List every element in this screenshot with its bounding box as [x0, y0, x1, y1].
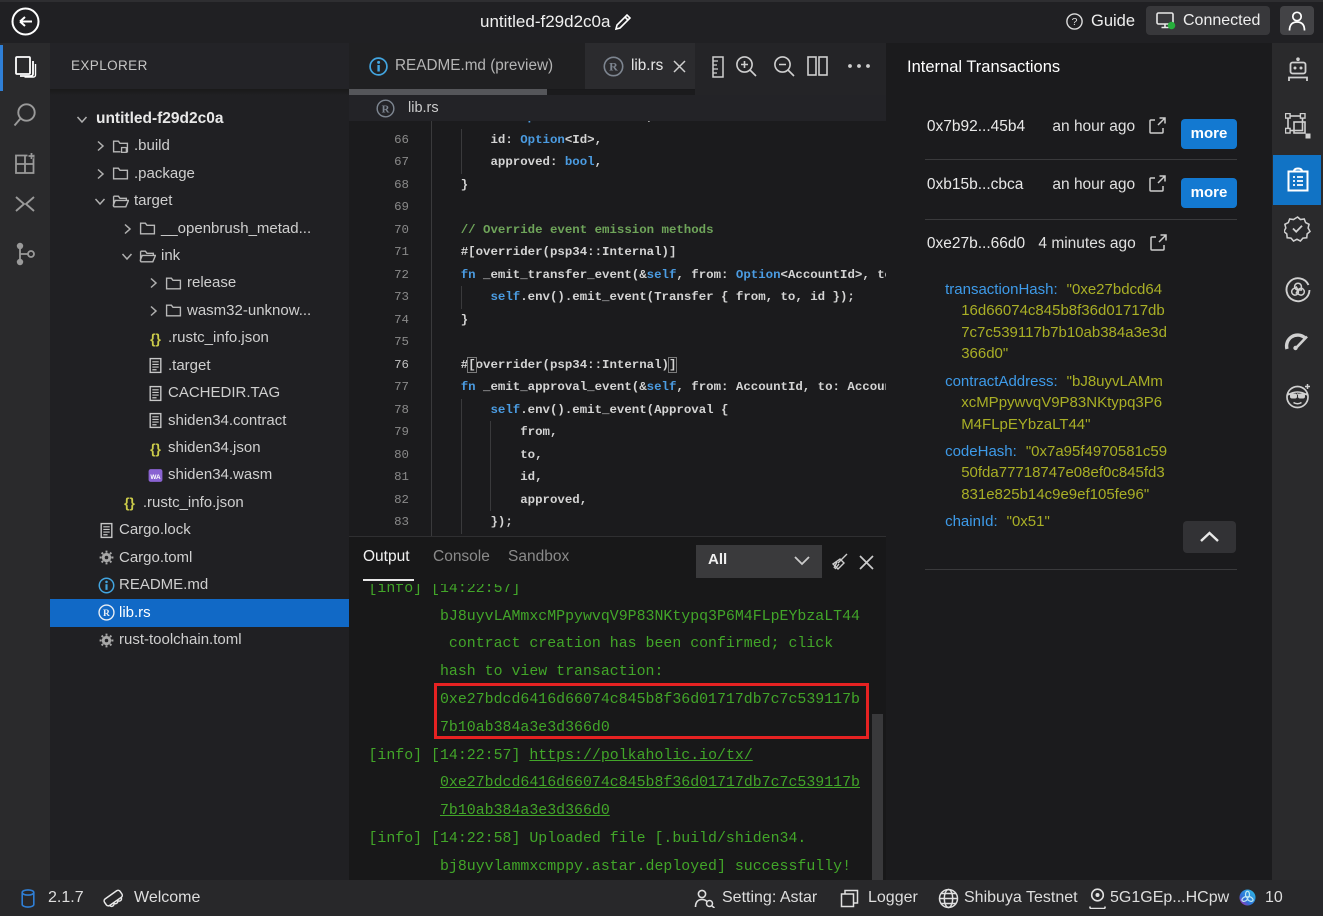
- svg-text:?: ?: [1072, 16, 1078, 28]
- svg-text:R: R: [609, 59, 618, 73]
- svg-text:R: R: [382, 103, 390, 115]
